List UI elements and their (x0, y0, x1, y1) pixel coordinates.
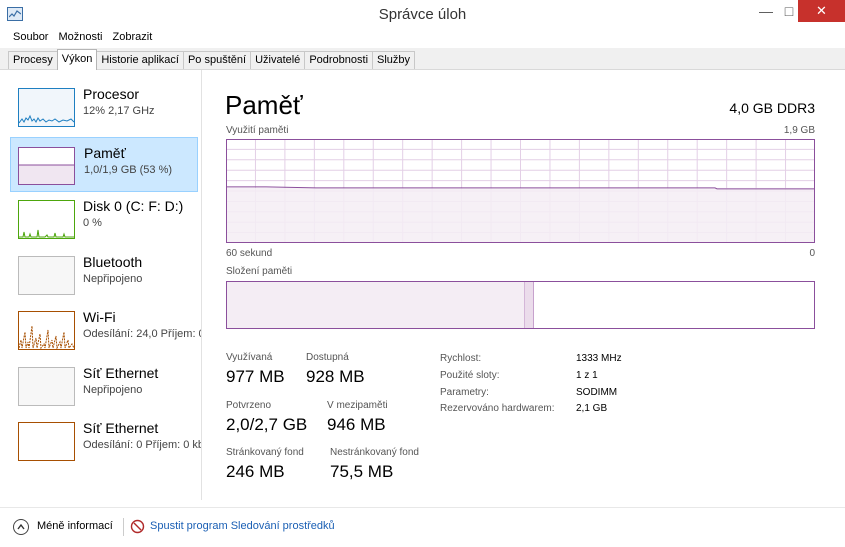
sidebar-item-sub: 0 % (83, 217, 102, 229)
sidebar-item-name: Wi-Fi (83, 309, 116, 325)
sidebar-item-ethernet-2[interactable]: Síť Ethernet Odesílání: 0 Příjem: 0 kb (10, 418, 201, 473)
usage-fill (227, 187, 814, 242)
tab-uzivatele[interactable]: Uživatelé (250, 51, 306, 69)
title-bar: Správce úloh — □ ✕ (0, 0, 845, 29)
stat-used: Využívaná 977 MB (226, 352, 285, 387)
stat-value: 946 MB (327, 415, 386, 434)
menu-moznosti[interactable]: Možnosti (53, 29, 107, 48)
stat-value: 2,0/2,7 GB (226, 415, 308, 434)
stat-label: Dostupná (306, 352, 349, 363)
stat-label: Nestránkovaný fond (330, 447, 419, 458)
stat-value: 75,5 MB (330, 462, 394, 481)
stat-label: Stránkovaný fond (226, 447, 304, 458)
memory-detail: Paměť 4,0 GB DDR3 Využití paměti 1,9 GB … (203, 70, 845, 500)
open-resource-monitor-link[interactable]: Spustit program Sledování prostředků (150, 520, 335, 532)
chevron-up-icon[interactable] (13, 519, 29, 535)
ethernet-thumbnail (18, 367, 75, 406)
maximize-button[interactable]: □ (780, 0, 798, 22)
memory-capacity: 4,0 GB DDR3 (729, 100, 815, 116)
detail-value: SODIMM (576, 387, 618, 398)
sidebar-item-bluetooth[interactable]: Bluetooth Nepřipojeno (10, 252, 198, 307)
tab-po-spusteni[interactable]: Po spuštění (182, 51, 252, 69)
page-title: Paměť (225, 90, 303, 120)
bluetooth-thumbnail (18, 256, 75, 295)
disk-thumbnail (18, 200, 75, 239)
sidebar-item-sub: Odesílání: 24,0 Příjem: 0 (83, 328, 202, 340)
stat-label: Potvrzeno (226, 400, 272, 411)
performance-panel: Procesor 12% 2,17 GHz Paměť 1,0/1,9 GB (… (0, 70, 845, 507)
resource-sidebar: Procesor 12% 2,17 GHz Paměť 1,0/1,9 GB (… (0, 70, 202, 500)
menu-zobrazit[interactable]: Zobrazit (108, 29, 158, 48)
sidebar-item-name: Síť Ethernet (83, 420, 159, 436)
detail-key: Parametry: (440, 387, 489, 398)
tab-podrobnosti[interactable]: Podrobnosti (304, 51, 374, 69)
tab-procesy[interactable]: Procesy (8, 51, 58, 69)
sidebar-item-name: Disk 0 (C: F: D:) (83, 198, 184, 214)
detail-value: 1 z 1 (576, 370, 598, 381)
detail-value: 1333 MHz (576, 353, 622, 364)
sidebar-item-name: Síť Ethernet (83, 365, 159, 381)
wifi-thumbnail (18, 311, 75, 350)
sidebar-item-name: Bluetooth (83, 254, 143, 270)
menu-soubor[interactable]: Soubor (8, 29, 53, 48)
stat-value: 928 MB (306, 367, 365, 386)
tab-sluzby[interactable]: Služby (372, 51, 416, 69)
detail-key: Rezervováno hardwarem: (440, 403, 555, 414)
sidebar-item-pamet[interactable]: Paměť 1,0/1,9 GB (53 %) (10, 137, 198, 192)
detail-key: Rychlost: (440, 353, 482, 364)
stat-cached: V mezipaměti 946 MB (327, 400, 388, 435)
stat-label: Využívaná (226, 352, 273, 363)
sidebar-item-procesor[interactable]: Procesor 12% 2,17 GHz (10, 84, 198, 139)
stat-label: V mezipaměti (327, 400, 388, 411)
detail-value: 2,1 GB (576, 403, 608, 414)
sidebar-item-sub: Odesílání: 0 Příjem: 0 kb (83, 439, 202, 451)
composition-label: Složení paměti (226, 266, 293, 277)
stat-value: 246 MB (226, 462, 285, 481)
ethernet-thumbnail (18, 422, 75, 461)
memory-usage-graph (226, 139, 815, 243)
fewer-details-link[interactable]: Méně informací (37, 520, 113, 532)
sidebar-item-sub: Nepřipojeno (83, 384, 143, 396)
tab-bar: Procesy Výkon Historie aplikací Po spušt… (0, 48, 845, 70)
stat-value: 977 MB (226, 367, 285, 386)
usage-graph-label: Využití paměti (226, 125, 289, 136)
window-title: Správce úloh (378, 6, 467, 23)
close-button[interactable]: ✕ (798, 0, 845, 22)
graph-time-left: 60 sekund (226, 248, 273, 259)
composition-used-segment (227, 282, 525, 328)
stat-committed: Potvrzeno 2,0/2,7 GB (226, 400, 307, 435)
tab-historie-aplikaci[interactable]: Historie aplikací (96, 51, 184, 69)
usage-graph-max: 1,9 GB (783, 125, 815, 136)
detail-key: Použité sloty: (440, 370, 500, 381)
memory-composition-bar (226, 281, 815, 329)
tab-vykon[interactable]: Výkon (56, 49, 98, 70)
graph-time-right: 0 (809, 248, 815, 259)
sidebar-item-ethernet-1[interactable]: Síť Ethernet Nepřipojeno (10, 363, 198, 418)
footer-bar: Méně informací Spustit program Sledování… (0, 507, 845, 547)
sidebar-item-disk[interactable]: Disk 0 (C: F: D:) 0 % (10, 196, 198, 251)
cpu-thumbnail (18, 88, 75, 127)
sidebar-item-sub: 12% 2,17 GHz (83, 105, 155, 117)
minimize-button[interactable]: — (752, 0, 780, 22)
sidebar-item-sub: Nepřipojeno (83, 273, 143, 285)
menu-bar: Soubor Možnosti Zobrazit (0, 29, 845, 48)
sidebar-item-wifi[interactable]: Wi-Fi Odesílání: 24,0 Příjem: 0 (10, 307, 201, 362)
stat-nonpaged-pool: Nestránkovaný fond 75,5 MB (330, 447, 419, 482)
sidebar-item-name: Procesor (83, 86, 140, 102)
footer-divider (123, 518, 124, 536)
memory-thumbnail (18, 147, 75, 185)
resource-monitor-icon[interactable] (130, 519, 145, 534)
stat-paged-pool: Stránkovaný fond 246 MB (226, 447, 304, 482)
sidebar-item-name: Paměť (84, 145, 126, 161)
stat-available: Dostupná 928 MB (306, 352, 365, 387)
sidebar-item-sub: 1,0/1,9 GB (53 %) (84, 164, 173, 176)
composition-modified-segment (525, 282, 534, 328)
